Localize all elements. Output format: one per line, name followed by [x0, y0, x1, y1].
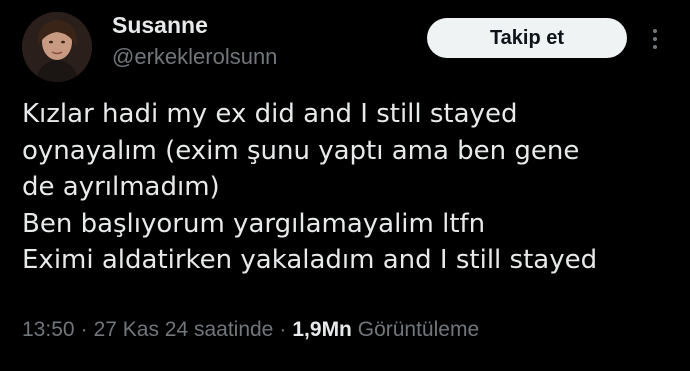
views-label: Görüntüleme	[357, 318, 480, 341]
separator: ·	[80, 318, 88, 341]
tweet-text-line: Kızlar hadi my ex did and I still stayed	[22, 99, 518, 129]
follow-button[interactable]: Takip et	[427, 18, 627, 58]
tweet-text: Kızlar hadi my ex did and I still stayed…	[22, 96, 672, 279]
profile-photo-icon	[22, 12, 92, 82]
dot	[653, 45, 657, 49]
tweet-text-line: Eximi aldatirken yakaladım and I still s…	[22, 245, 598, 275]
tweet-card: Susanne @erkeklerolsunn Takip et Kızlar …	[0, 0, 690, 371]
dot	[653, 29, 657, 33]
display-name[interactable]: Susanne	[112, 12, 208, 39]
views-count: 1,9Mn	[292, 318, 352, 341]
avatar[interactable]	[22, 12, 92, 82]
separator: ·	[279, 318, 287, 341]
timestamp-link[interactable]: 13:50 · 27 Kas 24 saatinde	[22, 318, 273, 341]
tweet-metadata: 13:50 · 27 Kas 24 saatinde · 1,9Mn Görüntüle…	[22, 318, 479, 342]
tweet-date: 27 Kas 24 saatinde	[93, 318, 274, 341]
tweet-text-line: Ben başlıyorum yargılamayalim ltfn	[22, 208, 486, 239]
tweet-text-line: oynayalım (exim şunu yaptı ama ben gene	[22, 135, 580, 166]
dot	[653, 37, 657, 41]
tweet-text-line: de ayrılmadım)	[22, 172, 220, 202]
tweet-time: 13:50	[22, 318, 75, 341]
more-options-icon[interactable]	[644, 24, 666, 54]
user-handle[interactable]: @erkeklerolsunn	[112, 44, 277, 70]
